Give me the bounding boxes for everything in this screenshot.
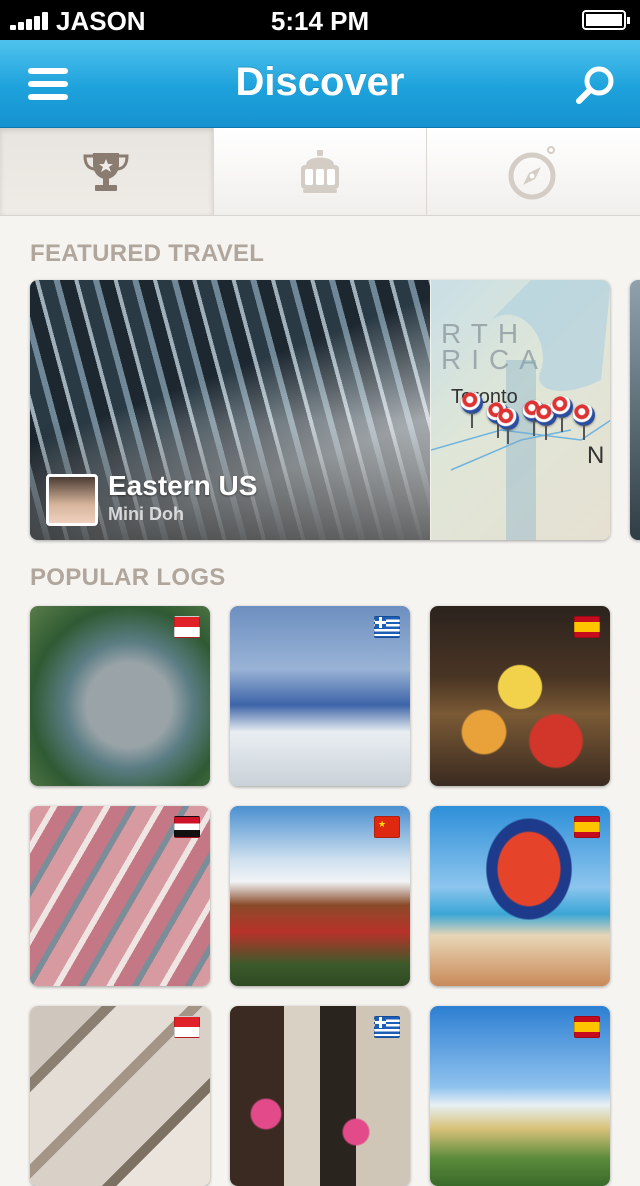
log-tile[interactable]	[30, 806, 210, 986]
search-icon[interactable]	[574, 64, 616, 106]
trophy-icon	[83, 152, 129, 191]
china-flag-icon: ★	[374, 816, 400, 838]
tab-logs[interactable]	[214, 128, 428, 215]
log-tile[interactable]	[230, 1006, 410, 1186]
featured-section-title: FEATURED TRAVEL	[30, 240, 265, 267]
map-pin-icon	[551, 396, 573, 432]
spain-flag-icon	[574, 1016, 600, 1038]
compass-icon	[508, 145, 556, 199]
log-tile[interactable]: ★	[230, 806, 410, 986]
indonesia-flag-icon	[174, 616, 200, 638]
log-tile[interactable]	[230, 606, 410, 786]
log-tile[interactable]	[30, 606, 210, 786]
battery-icon	[582, 10, 630, 30]
greece-flag-icon	[374, 1016, 400, 1038]
avatar	[46, 474, 98, 526]
status-bar: JASON 5:14 PM	[0, 0, 640, 40]
luggage-icon	[301, 149, 339, 193]
featured-author: Mini Doh	[108, 504, 184, 524]
map-pin-icon	[461, 392, 483, 428]
map-pin-icon	[573, 404, 595, 440]
page-title: Discover	[235, 60, 405, 104]
log-tile[interactable]	[430, 806, 610, 986]
spain-flag-icon	[574, 616, 600, 638]
tab-explore[interactable]	[427, 128, 640, 215]
featured-card[interactable]: RTH RICA Toronto N Eastern US Mini Doh	[30, 280, 610, 540]
popular-section-title: POPULAR LOGS	[30, 564, 226, 591]
log-tile[interactable]	[430, 606, 610, 786]
next-featured-card[interactable]	[630, 280, 640, 540]
featured-map: RTH RICA Toronto N	[430, 280, 610, 540]
nav-bar: Discover	[0, 40, 640, 128]
syria-flag-icon	[174, 816, 200, 838]
status-time: 5:14 PM	[270, 6, 370, 36]
spain-flag-icon	[574, 816, 600, 838]
featured-title: Eastern US	[108, 470, 258, 501]
greece-flag-icon	[374, 616, 400, 638]
tab-featured[interactable]	[0, 128, 214, 215]
map-city-label: N	[587, 442, 605, 469]
log-tile[interactable]	[30, 1006, 210, 1186]
log-tile[interactable]	[430, 1006, 610, 1186]
tab-bar	[0, 128, 640, 216]
indonesia-flag-icon	[174, 1016, 200, 1038]
map-pin-icon	[497, 408, 519, 444]
